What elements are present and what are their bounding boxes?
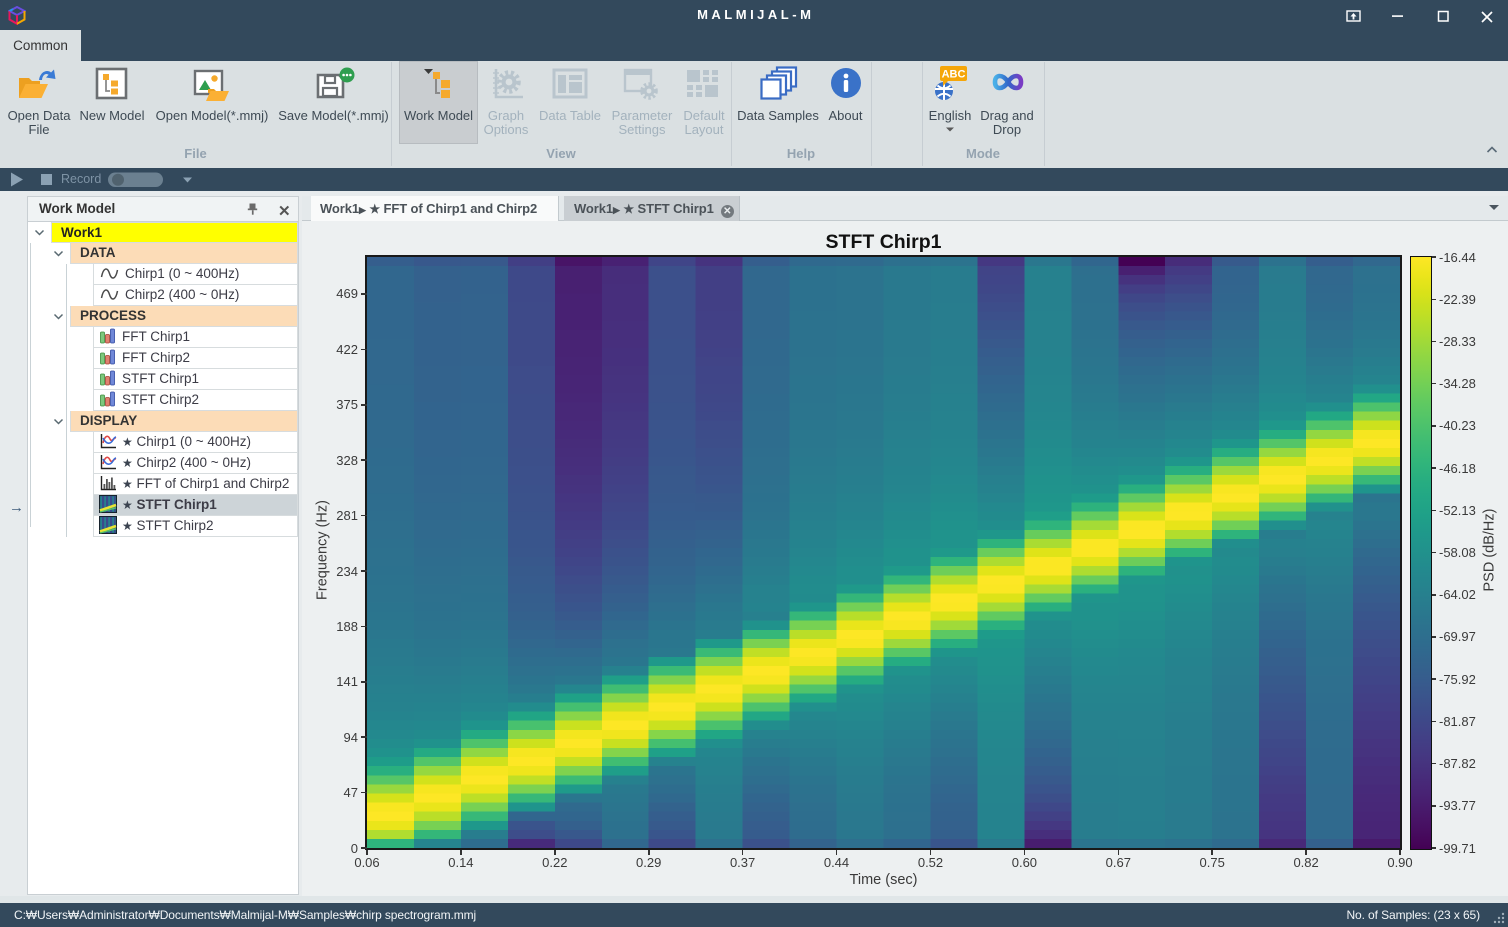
- svg-text:ABC: ABC: [942, 69, 966, 81]
